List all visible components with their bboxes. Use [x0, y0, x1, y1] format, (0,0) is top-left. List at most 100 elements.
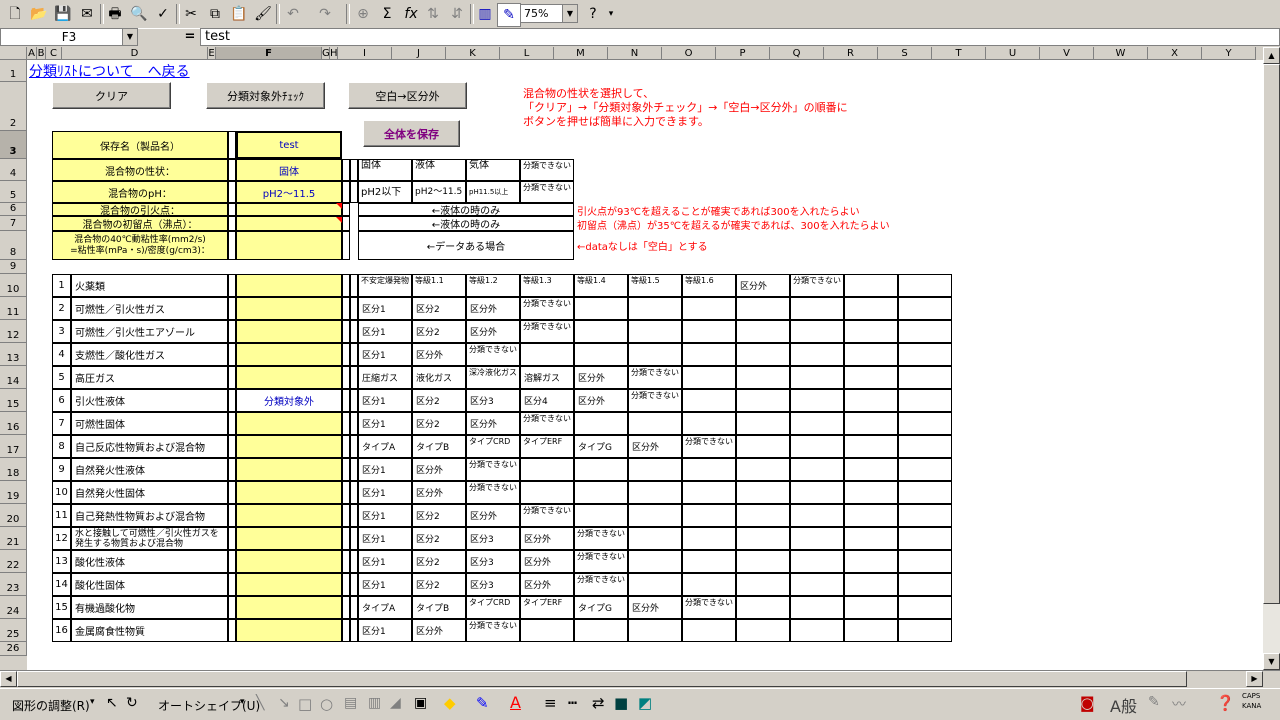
drawing-icon[interactable]: ✎ [497, 3, 521, 27]
column-header[interactable]: T [932, 47, 986, 60]
ime-tool-icon[interactable]: ✎ [1148, 694, 1160, 710]
textbox-icon[interactable]: ▤ [344, 695, 357, 711]
row-header[interactable]: 6 [0, 203, 27, 216]
column-header[interactable]: H [330, 47, 338, 60]
line-style-icon[interactable]: ≡ [544, 694, 557, 712]
spelling-icon[interactable]: ✓ [152, 3, 174, 25]
arrow-style-icon[interactable]: ⇄ [592, 694, 605, 712]
row-header[interactable]: 3 [0, 131, 27, 159]
sort-ascending-icon[interactable]: ⇅ [422, 3, 444, 25]
column-header[interactable]: A [27, 47, 37, 60]
column-header[interactable]: N [608, 47, 662, 60]
column-header[interactable]: G [322, 47, 330, 60]
row-header[interactable]: 5 [0, 181, 27, 203]
column-header[interactable]: I [338, 47, 392, 60]
check-button[interactable]: 分類対象外ﾁｪｯｸ [206, 82, 325, 109]
row-header[interactable]: 10 [0, 274, 27, 297]
column-header[interactable]: C [46, 47, 62, 60]
row-header[interactable]: 19 [0, 481, 27, 504]
row-header[interactable]: 1 [0, 60, 27, 82]
row-header[interactable]: 23 [0, 573, 27, 596]
row-header[interactable]: 2 [0, 82, 27, 131]
hazard-value[interactable] [236, 412, 342, 435]
chevron-down-icon[interactable]: ▾ [240, 697, 245, 707]
clipart-icon[interactable]: ▣ [414, 695, 427, 711]
hazard-value[interactable] [236, 596, 342, 619]
column-header[interactable]: X [1148, 47, 1202, 60]
sort-descending-icon[interactable]: ⇵ [446, 3, 468, 25]
chevron-down-icon[interactable]: ▼ [122, 29, 137, 45]
column-header[interactable]: L [500, 47, 554, 60]
dash-style-icon[interactable]: ┅ [568, 694, 577, 712]
print-preview-icon[interactable]: 🔍 [128, 3, 150, 25]
vertical-scrollbar[interactable]: ▲ ▼ [1263, 47, 1280, 670]
ime-icon[interactable]: ◙ [1080, 694, 1095, 712]
state-field[interactable]: 固体 [236, 159, 342, 181]
column-header[interactable]: P [716, 47, 770, 60]
ph-field[interactable]: pH2～11.5 [236, 181, 342, 203]
clear-button[interactable]: クリア [52, 82, 171, 109]
help-icon[interactable]: ❓ [1216, 694, 1235, 712]
column-header[interactable]: R [824, 47, 878, 60]
hazard-value[interactable] [236, 550, 342, 573]
row-header[interactable]: 15 [0, 389, 27, 412]
row-header[interactable]: 4 [0, 159, 27, 181]
open-icon[interactable]: 📂 [28, 3, 50, 25]
row-header[interactable]: 18 [0, 458, 27, 481]
hazard-value[interactable]: 分類対象外 [236, 389, 342, 412]
select-arrow-icon[interactable]: ↖ [106, 695, 118, 711]
scroll-up-icon[interactable]: ▲ [1263, 47, 1280, 64]
hazard-value[interactable] [236, 481, 342, 504]
zoom-select[interactable]: 75% ▼ [520, 4, 578, 23]
hazard-value[interactable] [236, 435, 342, 458]
column-header[interactable]: U [986, 47, 1040, 60]
row-header[interactable]: 20 [0, 504, 27, 527]
back-link[interactable]: 分類ﾘｽﾄについて へ戻る [29, 61, 190, 81]
font-color-icon[interactable]: A [510, 693, 521, 712]
hazard-value[interactable] [236, 274, 342, 297]
cut-icon[interactable]: ✂ [180, 3, 202, 25]
fill-color-icon[interactable]: ◆ [444, 694, 456, 712]
chart-wizard-icon[interactable]: ▥ [474, 3, 496, 25]
row-header[interactable]: 26 [0, 642, 27, 656]
wordart-icon[interactable]: ◢ [390, 695, 401, 711]
shadow-icon[interactable]: ■ [614, 694, 628, 712]
oval-icon[interactable]: ○ [320, 695, 333, 713]
column-header[interactable]: Y [1202, 47, 1256, 60]
column-header[interactable]: S [878, 47, 932, 60]
scroll-thumb[interactable] [17, 671, 1187, 687]
column-header[interactable]: M [554, 47, 608, 60]
row-header[interactable]: 21 [0, 527, 27, 550]
name-box[interactable]: F3 ▼ [0, 28, 138, 46]
row-header[interactable]: 16 [0, 412, 27, 435]
chevron-down-icon[interactable]: ▾ [90, 697, 95, 707]
column-header[interactable]: W [1094, 47, 1148, 60]
undo-icon[interactable]: ↶ [282, 3, 304, 25]
viscosity-field[interactable] [236, 231, 342, 260]
hazard-value[interactable] [236, 343, 342, 366]
hyperlink-icon[interactable]: ⊕ [352, 3, 374, 25]
rectangle-icon[interactable]: □ [298, 695, 312, 713]
hazard-value[interactable] [236, 297, 342, 320]
scroll-left-icon[interactable]: ◀ [0, 671, 17, 687]
scroll-right-icon[interactable]: ▶ [1246, 671, 1263, 687]
row-header[interactable]: 9 [0, 260, 27, 274]
column-header[interactable]: E [208, 47, 216, 60]
row-header[interactable]: 14 [0, 366, 27, 389]
row-header[interactable]: 22 [0, 550, 27, 573]
row-header[interactable]: 13 [0, 343, 27, 366]
copy-icon[interactable]: ⧉ [204, 3, 226, 25]
column-header[interactable]: B [37, 47, 46, 60]
hazard-value[interactable] [236, 504, 342, 527]
ime-mode[interactable]: A般 [1110, 693, 1137, 717]
chevron-down-icon[interactable]: ▼ [562, 5, 577, 22]
save-icon[interactable]: 💾 [52, 3, 74, 25]
row-header[interactable]: 8 [0, 231, 27, 260]
hazard-value[interactable] [236, 619, 342, 642]
ime-pad-icon[interactable]: 〰 [1172, 694, 1186, 714]
print-icon[interactable]: 🖶 [104, 3, 126, 25]
column-header[interactable]: Q [770, 47, 824, 60]
horizontal-scrollbar[interactable]: ◀ ▶ [0, 670, 1280, 687]
row-header[interactable]: 7 [0, 216, 27, 231]
hazard-value[interactable] [236, 527, 342, 550]
